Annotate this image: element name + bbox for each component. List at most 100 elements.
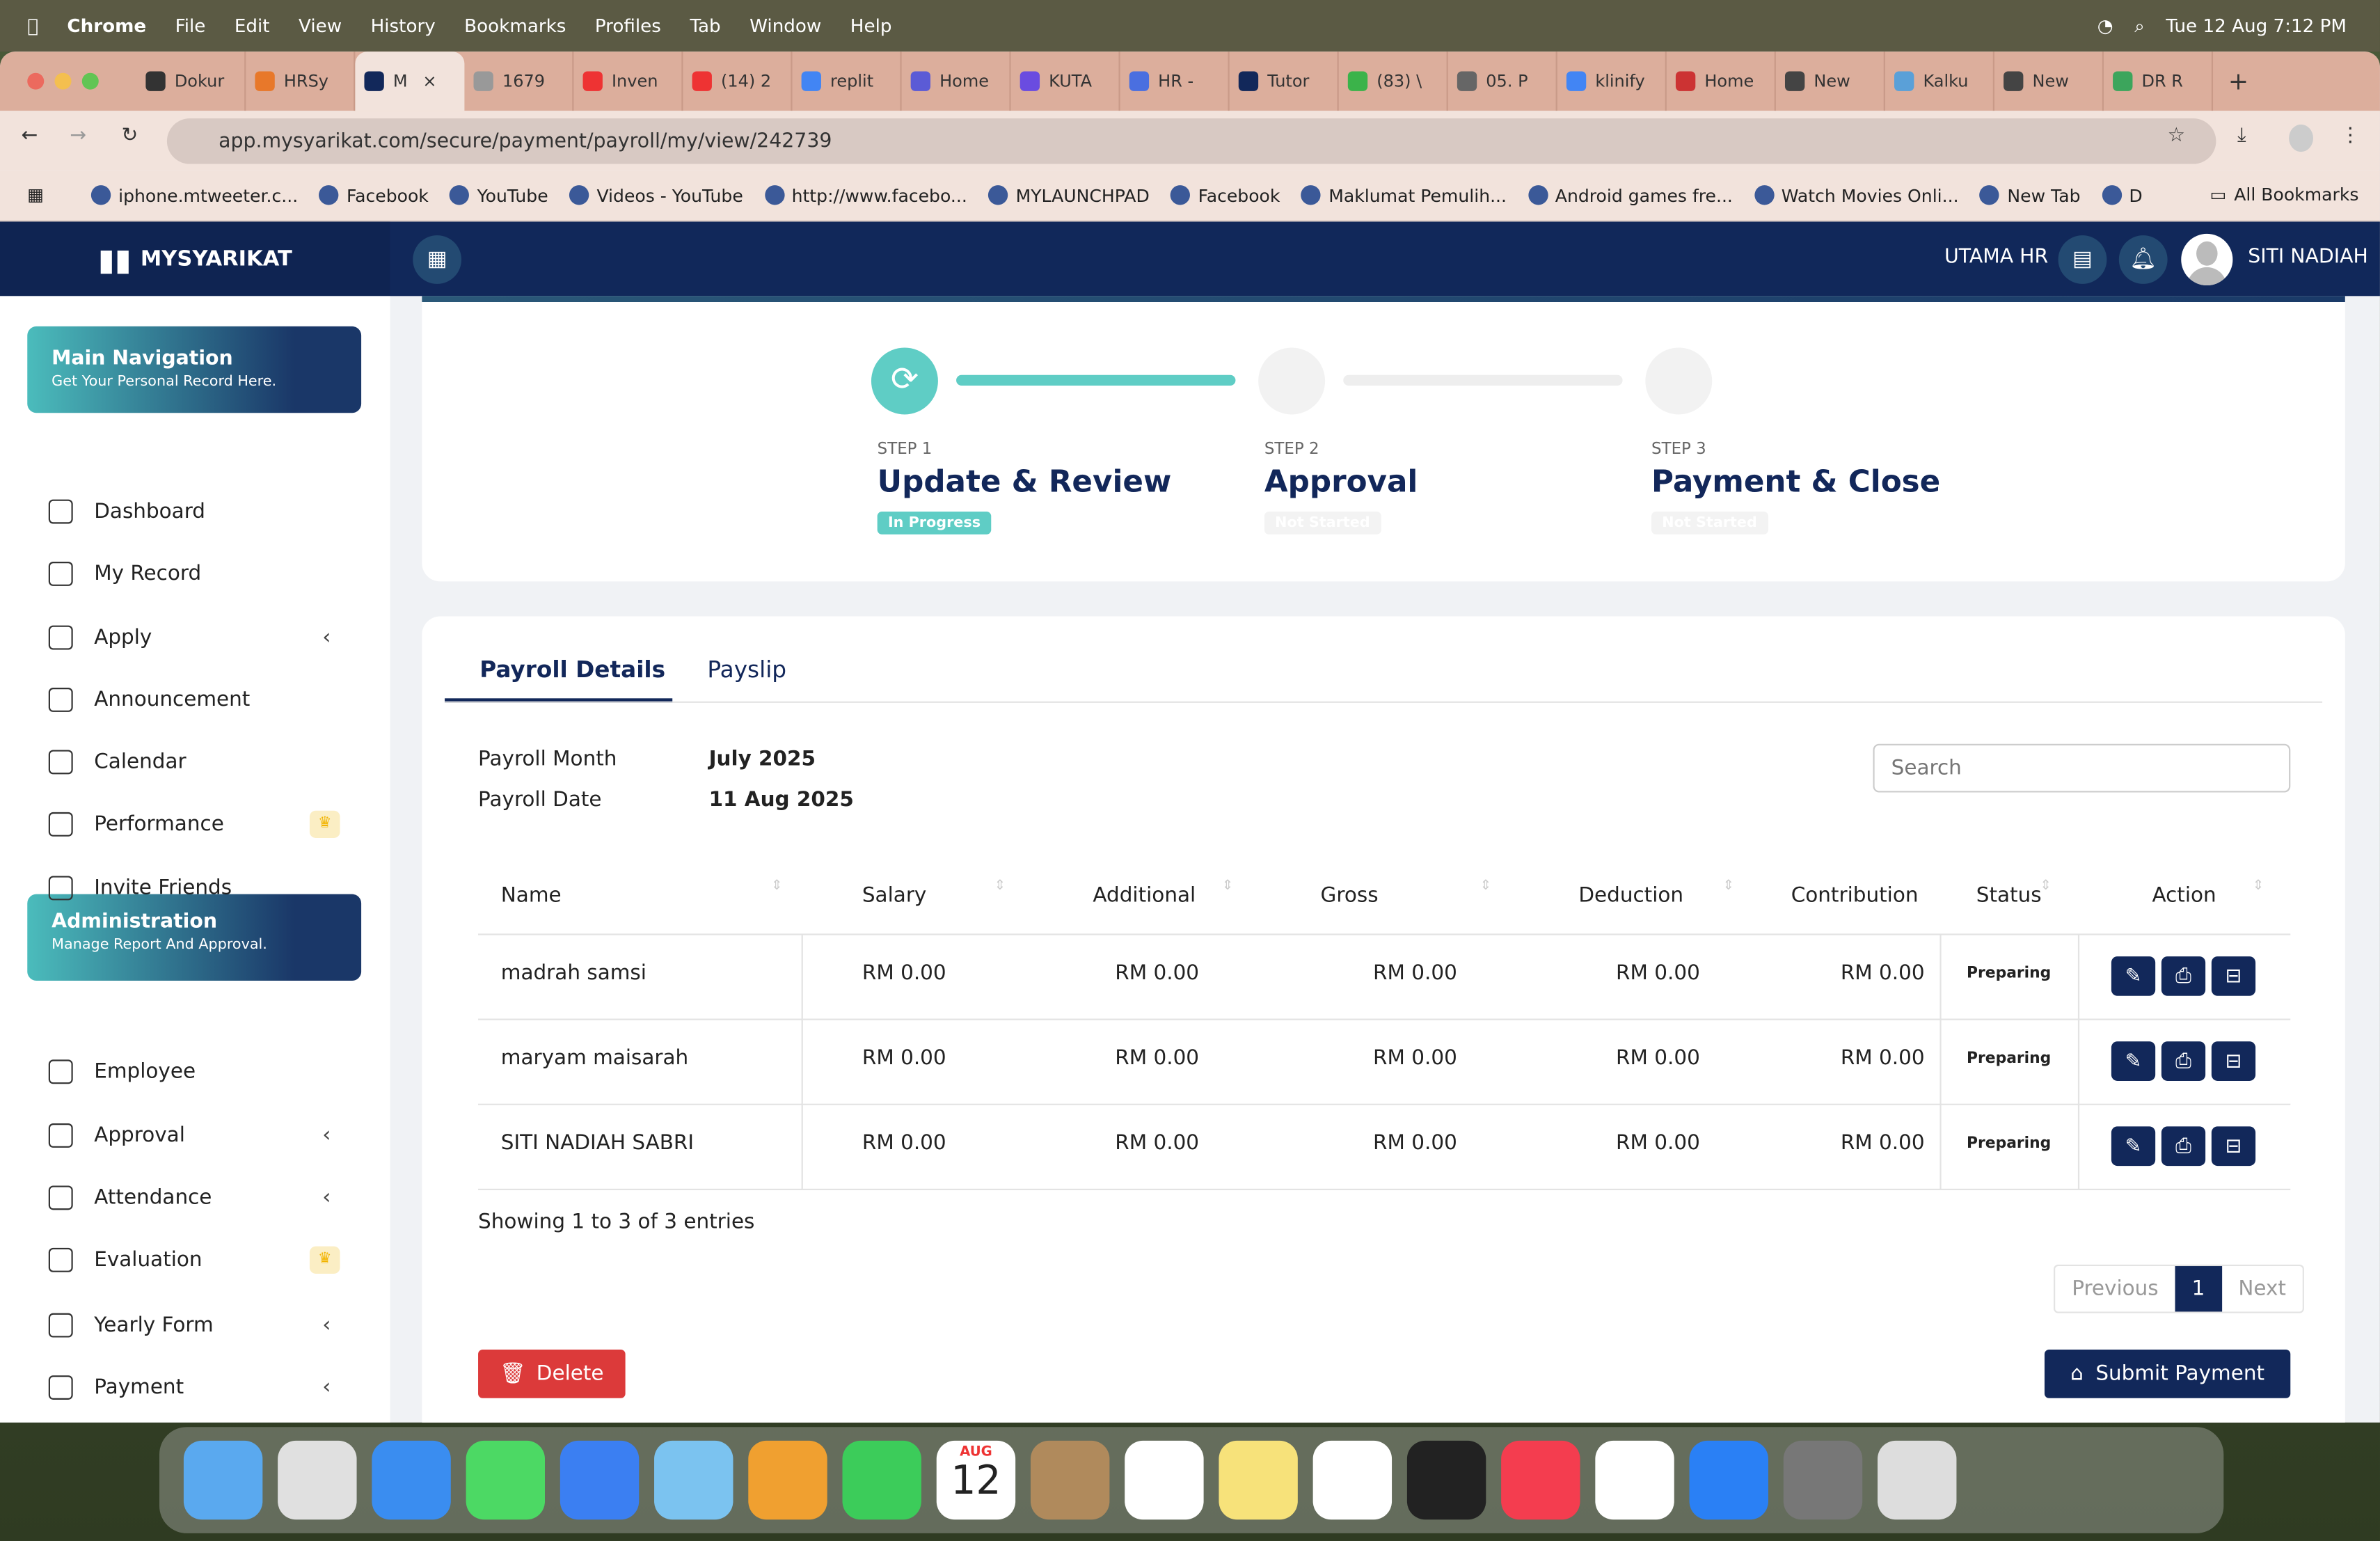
datetime[interactable]: Tue 12 Aug 7:12 PM — [2166, 15, 2347, 37]
print-button[interactable]: ⎙ — [2161, 1041, 2206, 1081]
sidebar-item-apply[interactable]: Apply ‹ — [48, 625, 352, 650]
browser-tab[interactable]: replit — [793, 52, 902, 111]
sidebar-item-dashboard[interactable]: Dashboard — [48, 499, 352, 524]
bookmark-star-icon[interactable]: ☆ — [2168, 125, 2185, 148]
bookmark-item[interactable]: iphone.mtweeter.c... — [90, 184, 298, 206]
bookmark-item[interactable]: Facebook — [1171, 184, 1280, 206]
menu-item[interactable]: Tab — [690, 15, 720, 37]
sidebar-item-invite-friends[interactable]: Invite Friends — [48, 876, 352, 901]
sidebar-item-evaluation[interactable]: Evaluation ♛ — [48, 1246, 352, 1274]
bookmark-item[interactable]: Watch Movies Onli... — [1754, 184, 1959, 206]
minimize-button[interactable] — [54, 72, 72, 90]
menu-item[interactable]: View — [299, 15, 342, 37]
browser-tab[interactable]: New — [1776, 52, 1885, 111]
sort-icon[interactable]: ⇕ — [1222, 879, 1233, 894]
bookmark-item[interactable]: http://www.facebo... — [764, 184, 967, 206]
browser-tab[interactable]: (83) \ — [1339, 52, 1448, 111]
profile-avatar[interactable] — [2289, 124, 2313, 152]
dock-app-icon[interactable] — [654, 1440, 733, 1520]
menu-item[interactable]: Edit — [235, 15, 270, 37]
app-grid-button[interactable]: ▦ — [413, 235, 462, 284]
previous-page-button[interactable]: Previous — [2055, 1266, 2175, 1311]
bookmark-item[interactable]: New Tab — [1980, 184, 2081, 206]
sidebar-item-announcement[interactable]: Announcement — [48, 688, 352, 712]
menu-item[interactable]: Profiles — [595, 15, 661, 37]
search-icon[interactable]: ⌕ — [2134, 15, 2145, 38]
browser-tab[interactable]: (14) 2 — [683, 52, 793, 111]
column-header-deduction[interactable]: Deduction — [1578, 883, 1683, 908]
sort-icon[interactable]: ⇕ — [994, 879, 1006, 894]
details-button[interactable]: ⊟ — [2211, 1041, 2256, 1081]
browser-tab[interactable]: M × — [355, 52, 465, 111]
column-header-contribution[interactable]: Contribution — [1791, 883, 1919, 908]
dock-app-icon[interactable]: AUG 12 — [936, 1440, 1016, 1520]
menu-item[interactable]: Bookmarks — [464, 15, 566, 37]
bookmark-item[interactable]: MYLAUNCHPAD — [988, 184, 1150, 206]
close-window-button[interactable] — [27, 72, 45, 90]
sort-icon[interactable]: ⇕ — [2253, 879, 2264, 894]
dock-app-icon[interactable] — [1312, 1440, 1393, 1520]
browser-tab[interactable]: klinify — [1557, 52, 1667, 111]
dock-app-icon[interactable] — [278, 1440, 357, 1520]
browser-tab[interactable]: HRSy — [246, 52, 356, 111]
user-name[interactable]: SITI NADIAH — [2248, 246, 2368, 269]
search-input[interactable] — [1873, 743, 2291, 793]
bookmark-item[interactable]: Videos - YouTube — [569, 184, 743, 206]
delete-button[interactable]: 🗑︎ Delete — [478, 1349, 626, 1398]
sidebar-item-calendar[interactable]: Calendar — [48, 750, 352, 775]
browser-tab[interactable]: KUTA — [1011, 52, 1120, 111]
sidebar-item-yearly-form[interactable]: Yearly Form ‹ — [48, 1313, 352, 1338]
column-header-salary[interactable]: Salary — [862, 883, 926, 908]
menu-app[interactable]: Chrome — [67, 15, 146, 37]
browser-tab[interactable]: DR R — [2104, 52, 2214, 111]
dock-app-icon[interactable] — [1501, 1440, 1580, 1520]
menu-item[interactable]: Help — [850, 15, 892, 37]
menu-item[interactable]: File — [175, 15, 206, 37]
tab-payroll-details[interactable]: Payroll Details — [479, 656, 665, 683]
bookmark-item[interactable]: YouTube — [450, 184, 548, 206]
browser-tab[interactable]: Home — [902, 52, 1011, 111]
notification-bell-button[interactable]: 🔔︎ — [2118, 235, 2168, 284]
dock-app-icon[interactable] — [1878, 1440, 1957, 1520]
zoom-button[interactable] — [81, 72, 99, 90]
forward-icon[interactable]: → — [70, 125, 86, 148]
menu-item[interactable]: Window — [749, 15, 821, 37]
bookmark-item[interactable]: Facebook — [319, 184, 429, 206]
user-avatar[interactable] — [2181, 233, 2233, 286]
company-name[interactable]: UTAMA HR — [1944, 246, 2048, 269]
browser-tab[interactable]: New — [1994, 52, 2104, 111]
browser-tab[interactable]: Tutor — [1230, 52, 1339, 111]
close-tab-icon[interactable]: × — [422, 72, 436, 91]
browser-tab[interactable]: HR - — [1120, 52, 1230, 111]
sidebar-item-my-record[interactable]: My Record — [48, 562, 352, 586]
edit-button[interactable]: ✎ — [2111, 1041, 2156, 1081]
browser-tab[interactable]: 1679 — [464, 52, 574, 111]
menu-kebab-icon[interactable]: ⋮ — [2340, 125, 2360, 148]
sort-icon[interactable]: ⇕ — [2040, 879, 2051, 894]
next-page-button[interactable]: Next — [2221, 1266, 2303, 1311]
sort-icon[interactable]: ⇕ — [1480, 879, 1491, 894]
details-button[interactable]: ⊟ — [2211, 956, 2256, 996]
bookmark-item[interactable]: Android games fre... — [1528, 184, 1733, 206]
edit-button[interactable]: ✎ — [2111, 1126, 2156, 1167]
sidebar-item-performance[interactable]: Performance ♛ — [48, 810, 352, 838]
dock-app-icon[interactable] — [1406, 1440, 1486, 1520]
page-1-button[interactable]: 1 — [2175, 1266, 2222, 1312]
sort-icon[interactable]: ⇕ — [771, 879, 782, 894]
browser-tab[interactable]: 05. P — [1448, 52, 1557, 111]
menu-item[interactable]: History — [371, 15, 436, 37]
submit-payment-button[interactable]: ⌂ Submit Payment — [2044, 1349, 2291, 1398]
dock-app-icon[interactable] — [1783, 1440, 1863, 1520]
edit-button[interactable]: ✎ — [2111, 956, 2156, 996]
wifi-icon[interactable]: ◔ — [2097, 15, 2113, 37]
address-bar[interactable]: app.mysyarikat.com/secure/payment/payrol… — [166, 118, 2216, 164]
print-button[interactable]: ⎙ — [2161, 956, 2206, 996]
tab-payslip[interactable]: Payslip — [707, 656, 786, 683]
dock-app-icon[interactable] — [748, 1440, 827, 1520]
bookmark-item[interactable]: Maklumat Pemulih... — [1301, 184, 1507, 206]
reload-icon[interactable]: ↻ — [121, 125, 138, 148]
dock-app-icon[interactable] — [1689, 1440, 1768, 1520]
dock-app-icon[interactable] — [1030, 1440, 1110, 1520]
dock-app-icon[interactable] — [1595, 1440, 1674, 1520]
apps-grid-icon[interactable]: ▦ — [27, 184, 44, 205]
